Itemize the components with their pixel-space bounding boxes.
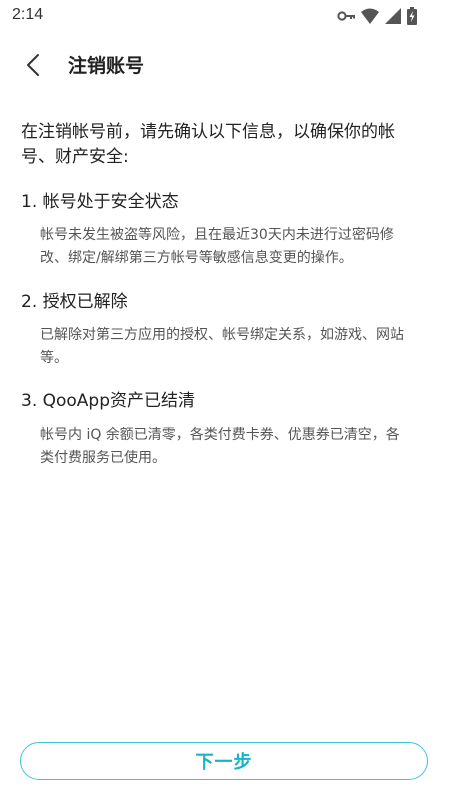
wifi-icon: [361, 8, 379, 24]
section-desc-account-safe: 帐号未发生被盗等风险，且在最近30天内未进行过密码修 改、绑定/解绑第三方帐号等…: [40, 224, 438, 270]
status-bar: 2:14: [0, 0, 451, 32]
back-button[interactable]: [16, 50, 50, 84]
status-time: 2:14: [12, 6, 44, 23]
intro-line-2: 号、财产安全:: [21, 147, 129, 167]
status-icons: [337, 7, 417, 25]
section-desc-assets: 帐号内 iQ 余额已清零，各类付费卡券、优惠券已清空，各 类付费服务已使用。: [40, 424, 438, 470]
section-desc-authorization: 已解除对第三方应用的授权、帐号绑定关系，如游戏、网站 等。: [40, 324, 438, 370]
desc-line: 帐号未发生被盗等风险，且在最近30天内未进行过密码修: [40, 227, 394, 243]
chevron-left-icon: [26, 53, 40, 81]
page-title: 注销账号: [68, 55, 145, 77]
next-step-label: 下一步: [195, 752, 253, 773]
signal-icon: [385, 8, 401, 24]
app-header: 注销账号: [0, 44, 451, 88]
intro-line-1: 在注销帐号前，请先确认以下信息，以确保你的帐: [21, 122, 395, 142]
intro-text: 在注销帐号前，请先确认以下信息，以确保你的帐 号、财产安全:: [21, 120, 421, 170]
desc-line: 改、绑定/解绑第三方帐号等敏感信息变更的操作。: [40, 250, 353, 266]
section-title-authorization: 2. 授权已解除: [21, 292, 128, 312]
next-step-button[interactable]: 下一步: [20, 742, 428, 780]
desc-line: 帐号内 iQ 余额已清零，各类付费卡券、优惠券已清空，各: [40, 427, 400, 443]
desc-line: 已解除对第三方应用的授权、帐号绑定关系，如游戏、网站: [40, 327, 404, 343]
desc-line: 等。: [40, 350, 68, 366]
desc-line: 类付费服务已使用。: [40, 450, 166, 466]
section-title-assets: 3. QooApp资产已结清: [21, 391, 196, 411]
key-icon: [337, 10, 355, 22]
battery-charging-icon: [407, 7, 417, 25]
section-title-account-safe: 1. 帐号处于安全状态: [21, 192, 179, 212]
